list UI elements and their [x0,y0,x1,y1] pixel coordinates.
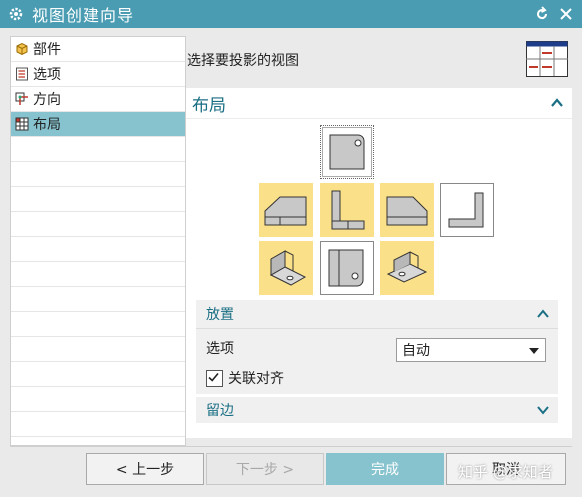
sidebar-item-label: 布局 [33,117,61,133]
view-bottom[interactable] [320,241,374,295]
option-dropdown[interactable]: 自动 [396,338,546,362]
sidebar-empty-row [11,262,185,287]
isometric-right-view-icon [386,251,428,283]
divider [10,446,572,447]
view-rear[interactable] [440,183,494,237]
view-front[interactable] [320,183,374,237]
margin-title: 留边 [206,403,234,419]
sidebar-empty-row [11,287,185,312]
check-mark-icon [208,372,219,382]
sidebar-empty-row [11,162,185,187]
sidebar-item-options[interactable]: 选项 [11,62,185,87]
bottom-view-icon [328,249,364,287]
sidebar-empty-row [11,337,185,362]
layout-panel-title: 布局 [192,95,226,116]
finish-button[interactable]: 完成 [326,453,444,485]
option-label: 选项 [206,341,234,357]
front-view-icon [264,196,307,226]
sidebar-empty-row [11,412,185,437]
placement-section: 放置 选项 自动 关联对齐 [196,300,558,394]
option-dropdown-value: 自动 [402,343,430,359]
watermark-text: 知乎 @求知者 [458,463,553,481]
chevron-up-icon[interactable] [550,96,564,110]
top-view-icon [329,134,365,170]
sidebar-item-label: 部件 [33,42,61,58]
sidebar-item-layout[interactable]: 布局 [11,112,185,137]
view-right[interactable] [380,183,434,237]
part-cube-icon [16,42,28,56]
reset-icon[interactable] [534,6,550,22]
view-left-iso-front[interactable] [259,183,313,237]
previous-button[interactable]: < 上一步 [86,453,204,485]
sidebar-empty-row [11,212,185,237]
margin-section: 留边 [196,397,558,423]
rear-view-icon [448,192,484,228]
layout-grid-icon [15,117,29,131]
placement-header[interactable]: 放置 [196,300,558,329]
sidebar-empty-row [11,237,185,262]
associative-align-checkbox[interactable]: 关联对齐 [206,368,284,388]
view-iso-left[interactable] [259,241,313,295]
sidebar-empty-row [11,362,185,387]
window-title: 视图创建向导 [32,6,135,25]
next-button[interactable]: 下一步 > [206,453,324,485]
sidebar-empty-row [11,137,185,162]
instruction-text: 选择要投影的视图 [187,53,299,69]
sidebar-empty-row [11,312,185,337]
chevron-up-icon[interactable] [536,307,550,321]
orientation-icon [15,92,28,105]
sidebar-empty-row [11,387,185,412]
sidebar-item-part[interactable]: 部件 [11,37,185,62]
chevron-down-icon[interactable] [536,403,550,417]
associative-align-label: 关联对齐 [228,371,284,387]
wizard-steps-sidebar: 部件 选项 方向 布局 [10,36,186,446]
title-bar: 视图创建向导 [0,0,582,28]
sidebar-empty-row [11,187,185,212]
sidebar-item-orientation[interactable]: 方向 [11,87,185,112]
layout-preview-icon [526,41,568,77]
right-view-icon [386,196,428,226]
options-list-icon [16,67,28,81]
sidebar-item-label: 方向 [33,92,61,108]
sidebar-item-label: 选项 [33,67,61,83]
view-top[interactable] [320,125,374,179]
dropdown-arrow-icon [529,348,539,354]
isometric-view-icon [269,250,307,286]
view-iso-right[interactable] [380,241,434,295]
placement-title: 放置 [206,307,234,323]
gear-icon [9,7,23,21]
front-l-view-icon [331,190,365,230]
checkbox-box[interactable] [206,369,223,387]
margin-header[interactable]: 留边 [196,397,558,423]
layout-panel-header[interactable]: 布局 [186,88,572,119]
close-icon[interactable] [558,6,574,22]
